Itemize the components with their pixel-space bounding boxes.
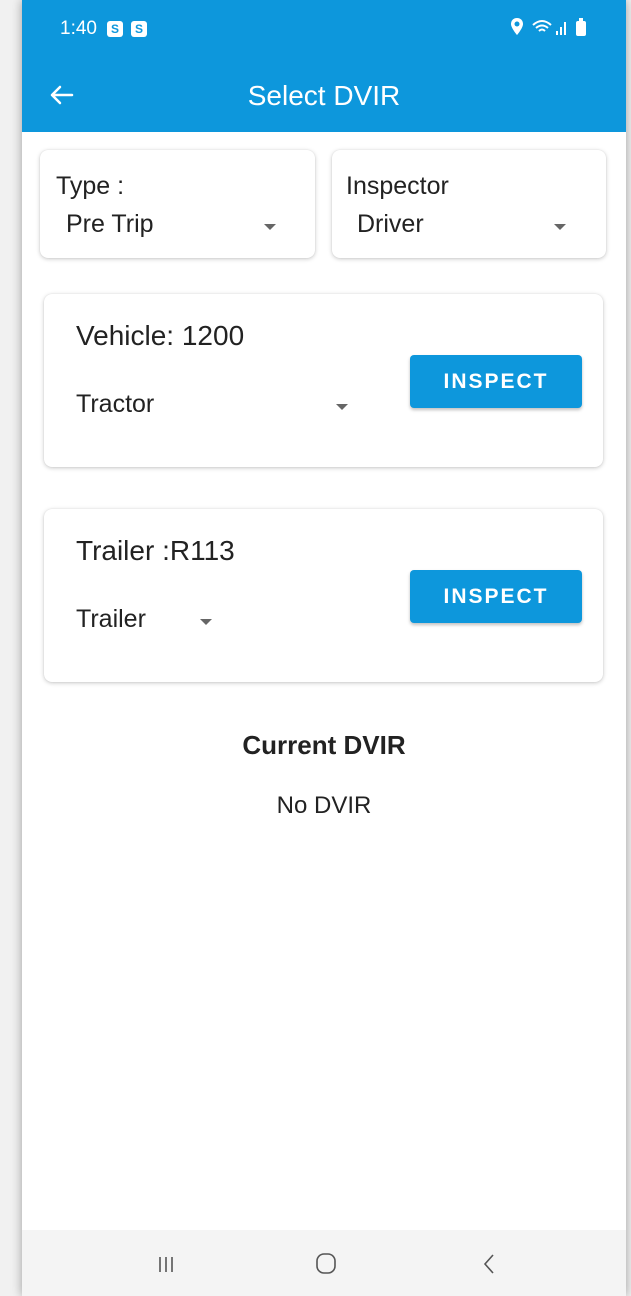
type-select[interactable]: Pre Trip [50, 206, 300, 246]
type-label: Type : [56, 172, 125, 200]
location-icon [511, 18, 523, 35]
inspector-label: Inspector [346, 172, 449, 200]
vehicle-type-select[interactable]: Tractor [72, 386, 362, 426]
notification-badge-icon: S [107, 21, 123, 37]
current-dvir-empty: No DVIR [276, 792, 372, 819]
type-filter-card: Type : Pre Trip [40, 150, 315, 258]
trailer-type-select[interactable]: Trailer [72, 601, 222, 641]
wifi-icon [532, 20, 552, 32]
inspector-select[interactable]: Driver [342, 206, 592, 246]
chevron-down-icon [336, 404, 348, 410]
vehicle-type-value: Tractor [76, 390, 155, 418]
inspector-select-value: Driver [357, 210, 424, 238]
inspector-filter-card: Inspector Driver [332, 150, 606, 258]
chevron-down-icon [200, 619, 212, 625]
home-icon[interactable] [306, 1248, 346, 1280]
back-icon[interactable] [470, 1248, 510, 1280]
trailer-type-value: Trailer [76, 605, 146, 633]
phone-screen: 1:40 S S Select DVIR Type: Pre Trip Ins… [22, 0, 626, 1296]
vehicle-title: Vehicle: 1200 [76, 320, 245, 351]
inspect-vehicle-button[interactable]: INSPECT [410, 355, 582, 408]
trailer-title: Trailer :R113 [76, 535, 235, 566]
vehicle-card: Vehicle: 1200 Tractor INSPECT [44, 294, 603, 467]
current-dvir-heading: Current DVIR [242, 730, 406, 760]
chevron-down-icon [264, 224, 276, 230]
type-select-value: Pre Trip [66, 210, 154, 238]
signal-icon [556, 22, 566, 35]
page-title: Select DVIR [247, 80, 401, 111]
status-indicators [511, 18, 586, 36]
battery-icon [576, 18, 586, 36]
trailer-card: Trailer :R113 Trailer INSPECT [44, 509, 603, 682]
status-bar: 1:40 S S [22, 0, 626, 60]
system-nav-bar [22, 1230, 626, 1296]
chevron-down-icon [554, 224, 566, 230]
notification-badge-icon: S [131, 21, 147, 37]
app-bar: Select DVIR [22, 60, 626, 132]
inspect-trailer-button[interactable]: INSPECT [410, 570, 582, 623]
recent-apps-icon[interactable] [146, 1248, 186, 1280]
status-time: 1:40 [60, 18, 97, 39]
